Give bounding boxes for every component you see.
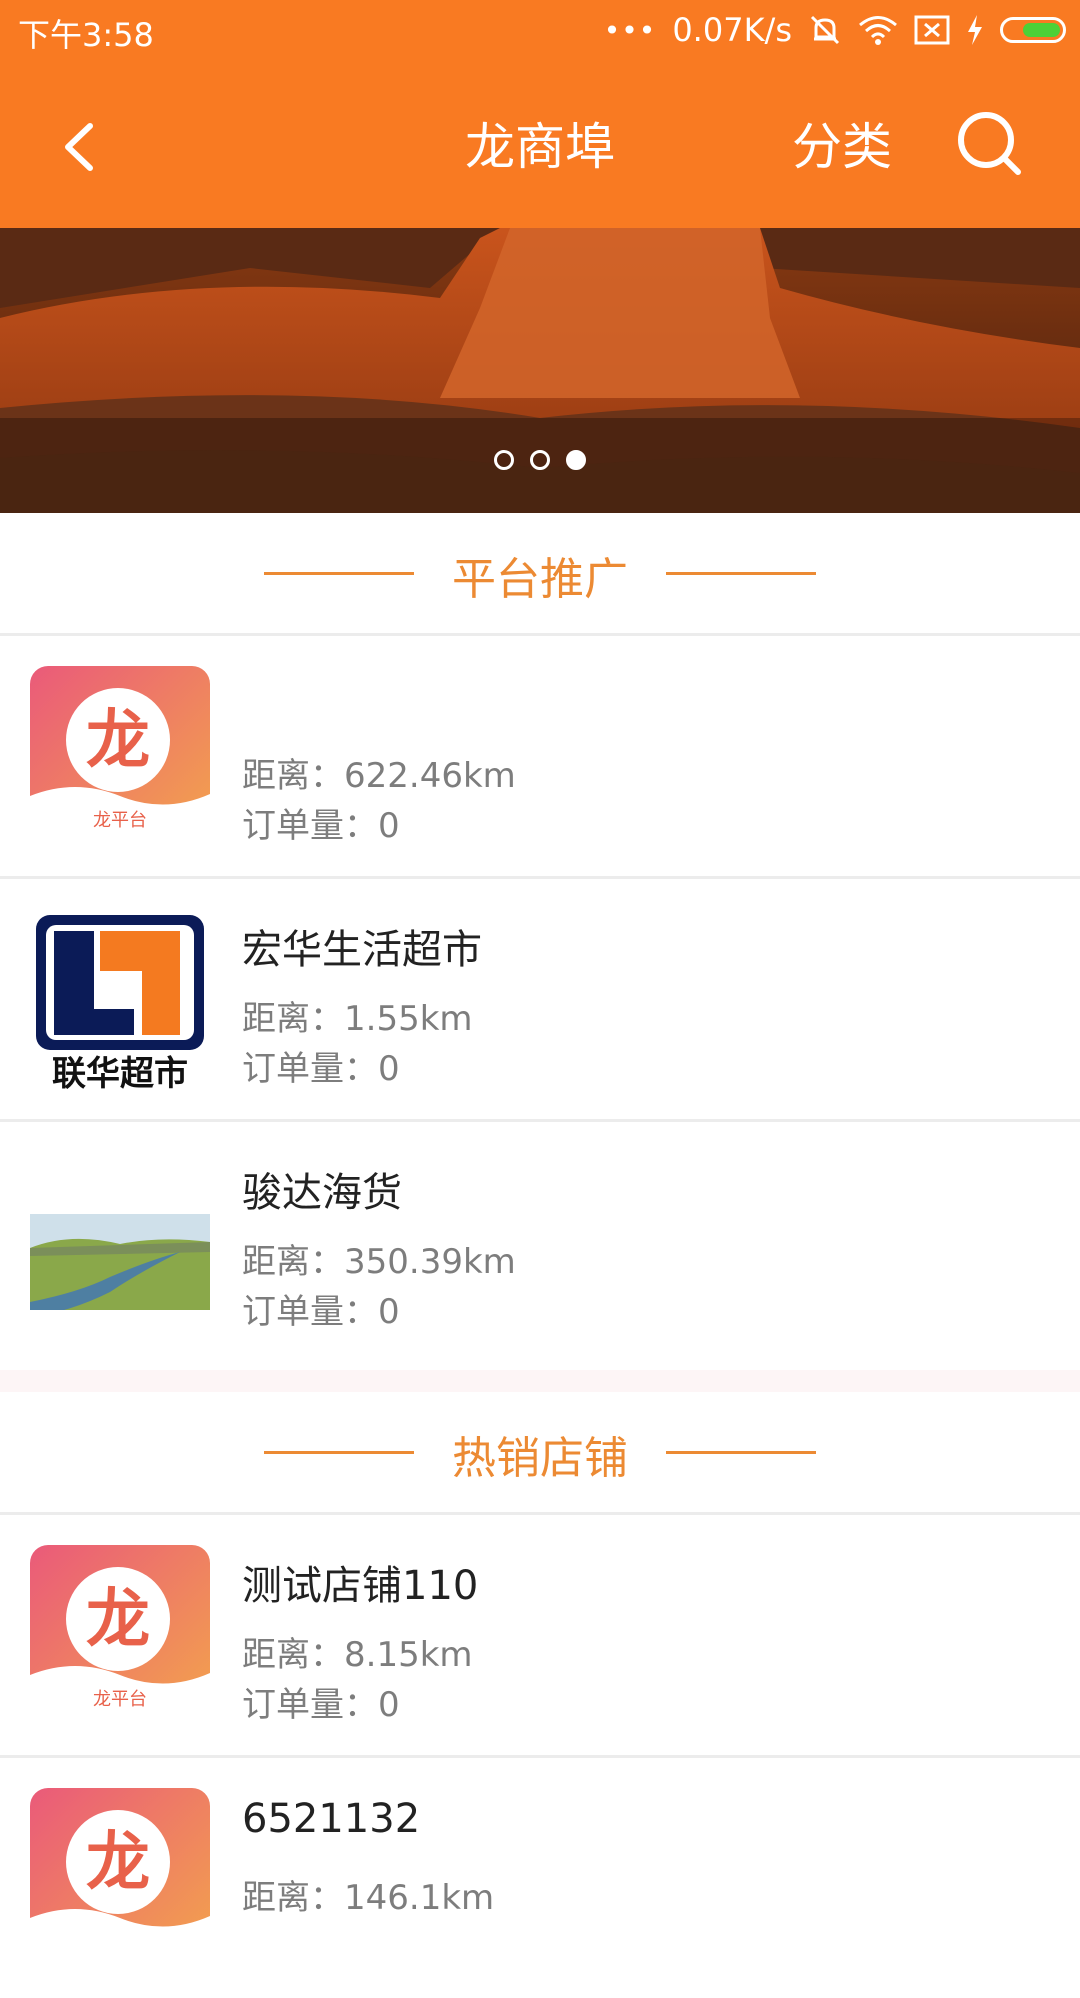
wifi-icon: [858, 14, 898, 46]
search-icon: [958, 112, 1021, 175]
logo-char: 龙: [86, 1826, 150, 1900]
store-orders: 订单量：0: [242, 1049, 400, 1089]
store-name: 宏华生活超市: [242, 927, 482, 973]
store-orders: 订单量：0: [242, 1292, 400, 1332]
store-name: 6521132: [242, 1796, 421, 1842]
logo-text: 联华超市: [52, 1054, 188, 1089]
store-list-item[interactable]: 龙 龙平台 测试店铺110 距离：8.15km 订单量：0: [0, 1515, 1080, 1755]
store-logo: 联华超市: [30, 909, 210, 1089]
carousel-dot[interactable]: [494, 450, 514, 470]
logo-subtext: 龙平台: [93, 1689, 147, 1710]
category-button[interactable]: 分类: [792, 114, 892, 180]
store-list-item[interactable]: 联华超市 宏华生活超市 距离：1.55km 订单量：0: [0, 879, 1080, 1119]
store-logo: 龙: [30, 1788, 210, 1968]
store-list-item[interactable]: 骏达海货 距离：350.39km 订单量：0: [0, 1122, 1080, 1362]
logo-char: 龙: [86, 704, 150, 778]
section-header-promo: 平台推广: [0, 513, 1080, 633]
store-distance: 距离：8.15km: [242, 1635, 473, 1675]
sim-icon: [914, 15, 950, 45]
store-logo: 龙 龙平台: [30, 1545, 210, 1725]
section-title: 平台推广: [452, 554, 628, 605]
net-speed: 0.07K/s: [672, 11, 792, 49]
store-distance: 距离：1.55km: [242, 999, 473, 1039]
store-list-item[interactable]: 龙 龙平台 距离：622.46km 订单量：0: [0, 636, 1080, 876]
divider-line: [666, 572, 816, 575]
carousel-dot-active[interactable]: [566, 450, 586, 470]
section-title: 热销店铺: [452, 1433, 628, 1484]
logo-char: 龙: [86, 1583, 150, 1657]
status-bar: 下午3:58 ••• 0.07K/s: [0, 0, 1080, 62]
store-distance: 距离：622.46km: [242, 756, 516, 796]
carousel-indicators: [0, 450, 1080, 480]
section-gap: [0, 1370, 1080, 1392]
page-title: 龙商埠: [465, 118, 615, 176]
store-logo: 龙 龙平台: [30, 666, 210, 846]
carousel-dot[interactable]: [530, 450, 550, 470]
search-button[interactable]: [954, 108, 1026, 180]
store-distance: 距离：146.1km: [242, 1878, 495, 1918]
battery-icon: [1000, 17, 1066, 43]
section-header-hot: 热销店铺: [0, 1392, 1080, 1512]
store-orders: 订单量：0: [242, 1685, 400, 1725]
store-orders: 订单量：0: [242, 806, 400, 846]
divider-line: [666, 1451, 816, 1454]
store-distance: 距离：350.39km: [242, 1242, 516, 1282]
store-name: 测试店铺110: [242, 1563, 479, 1609]
store-list-item[interactable]: 龙 6521132 距离：146.1km: [0, 1758, 1080, 1998]
status-time: 下午3:58: [18, 16, 154, 54]
app-bar: 龙商埠 分类: [0, 62, 1080, 228]
charging-icon: [966, 15, 984, 45]
store-photo: [30, 1152, 210, 1332]
mute-icon: [808, 13, 842, 47]
store-name: 骏达海货: [242, 1170, 402, 1216]
logo-subtext: 龙平台: [93, 810, 147, 831]
status-icons: ••• 0.07K/s: [604, 10, 1066, 50]
signal-dots: •••: [603, 13, 657, 47]
